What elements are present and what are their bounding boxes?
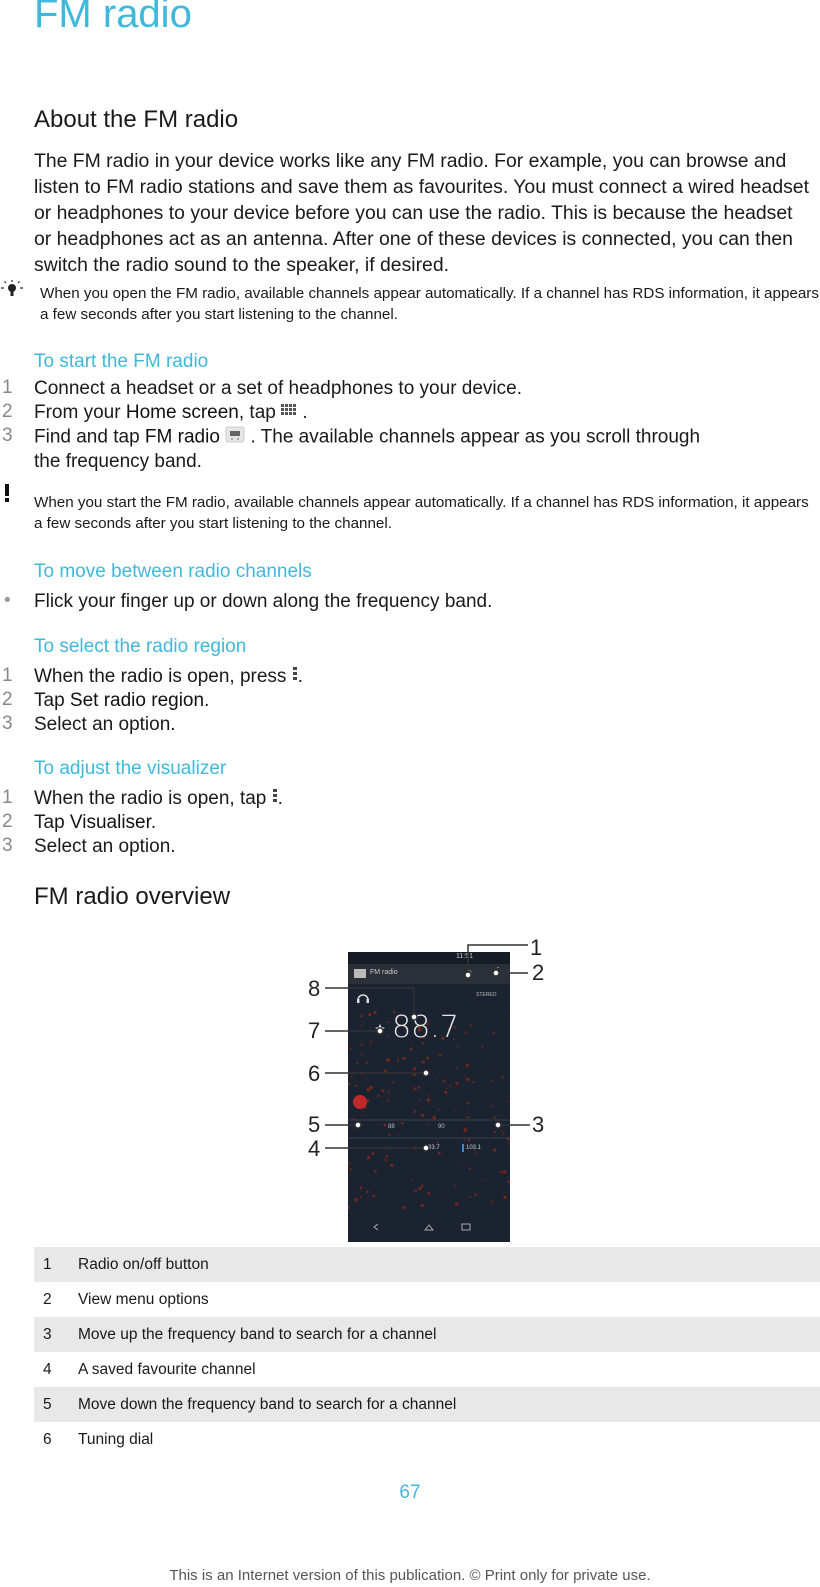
step-number: 1 <box>2 377 13 398</box>
callout-8: 8 <box>308 976 321 1001</box>
callout-7: 7 <box>308 1018 321 1043</box>
visualizer-step-1: 1 When the radio is open, tap . <box>2 787 283 810</box>
visualizer-dot <box>500 1171 503 1174</box>
region-step-2: 2 Tap Set radio region. <box>2 689 210 711</box>
recent-apps-icon <box>461 1223 471 1231</box>
set-radio-region-label: Set radio region <box>69 690 205 711</box>
visualizer-step-2: 2 Tap Visualiser. <box>2 811 157 833</box>
subheading-start-radio: To start the FM radio <box>34 351 209 372</box>
callout-6: 6 <box>308 1061 321 1086</box>
legend-row: 5 Move down the frequency band to search … <box>34 1387 820 1422</box>
visualizer-dot <box>359 1186 362 1190</box>
fm-radio-app-icon <box>225 425 245 450</box>
about-paragraph: The FM radio in your device works like a… <box>34 150 809 276</box>
section-heading-about: About the FM radio <box>34 106 239 133</box>
back-icon <box>373 1223 379 1231</box>
visualizer-dot <box>439 1194 441 1196</box>
region-step-3: 3 Select an option. <box>2 713 176 735</box>
page-title: FM radio <box>34 0 192 36</box>
start-step-1: 1 Connect a headset or a set of headphon… <box>0 377 820 401</box>
visualizer-dot <box>402 1205 406 1210</box>
callout-3: 3 <box>532 1112 545 1137</box>
subheading-select-region: To select the radio region <box>34 636 247 657</box>
visualizer-dot <box>418 1187 422 1190</box>
legend-row: 1 Radio on/off button <box>34 1247 820 1282</box>
visualizer-dot <box>372 1194 376 1198</box>
step-number: 2 <box>2 401 13 422</box>
visualizer-dot <box>474 1193 477 1197</box>
subheading-adjust-visualizer: To adjust the visualizer <box>34 758 227 779</box>
subheading-move-channels: To move between radio channels <box>34 561 312 582</box>
warning-note: When you start the FM radio, available c… <box>34 494 809 532</box>
visualizer-dot <box>374 1169 377 1173</box>
legend-row: 3 Move up the frequency band to search fo… <box>34 1317 820 1352</box>
visualizer-step-3: 3 Select an option. <box>2 835 176 857</box>
visualizer-dot <box>455 1202 459 1206</box>
visualizer-dot <box>481 1179 484 1182</box>
visualizer-dot <box>420 1203 424 1208</box>
visualizer-dot <box>507 1180 510 1184</box>
visualizer-dot <box>469 1195 472 1198</box>
visualiser-label: Visualiser <box>69 812 151 833</box>
footer-note: This is an Internet version of this publ… <box>169 1567 651 1584</box>
legend-row: 6 Tuning dial <box>43 1431 154 1448</box>
callout-2: 2 <box>532 960 545 985</box>
home-screen-label: Home screen <box>125 402 239 424</box>
page-number: 67 <box>399 1482 421 1503</box>
step-text: From your <box>34 402 126 424</box>
visualizer-dot <box>502 1170 507 1174</box>
tip-note: When you open the FM radio, available ch… <box>40 285 819 323</box>
visualizer-dot <box>490 1200 493 1203</box>
visualizer-dot <box>348 1206 350 1209</box>
visualizer-dot <box>354 1198 358 1202</box>
legend-row: 4A saved favourite channel <box>43 1361 256 1378</box>
visualizer-dot <box>366 1190 369 1194</box>
fm-radio-label: FM radio <box>144 426 220 448</box>
start-step-3: 3 Find and tap FM radio . The available … <box>2 425 701 472</box>
bullet-icon: • <box>4 590 11 611</box>
visualizer-dot <box>427 1191 431 1195</box>
callout-4: 4 <box>308 1136 321 1161</box>
home-icon <box>423 1224 435 1231</box>
lightbulb-icon <box>0 280 24 304</box>
callout-lines <box>325 944 530 1152</box>
visualizer-dot <box>411 1179 413 1181</box>
visualizer-dot <box>454 1185 456 1187</box>
legend-row: 2 View menu options <box>43 1291 209 1308</box>
step-text: Connect a headset or a set of headphones… <box>34 378 522 399</box>
visualizer-dot <box>360 1196 362 1199</box>
section-heading-overview: FM radio overview <box>34 883 231 910</box>
exclamation-icon <box>2 484 26 508</box>
visualizer-dot <box>421 1184 424 1186</box>
start-step-2: 2 From your Home screen, tap . <box>2 401 308 425</box>
callout-5: 5 <box>308 1112 321 1137</box>
visualizer-dot <box>503 1195 507 1199</box>
visualizer-dot <box>468 1167 471 1170</box>
visualizer-dot <box>414 1189 417 1193</box>
region-step-1: 1 When the radio is open, press . <box>2 665 303 688</box>
callout-1: 1 <box>530 935 543 960</box>
visualizer-dot <box>349 1168 352 1171</box>
move-bullet: • Flick your finger up or down along the… <box>4 590 493 612</box>
app-grid-icon <box>281 401 297 425</box>
step-number: 3 <box>2 425 13 446</box>
